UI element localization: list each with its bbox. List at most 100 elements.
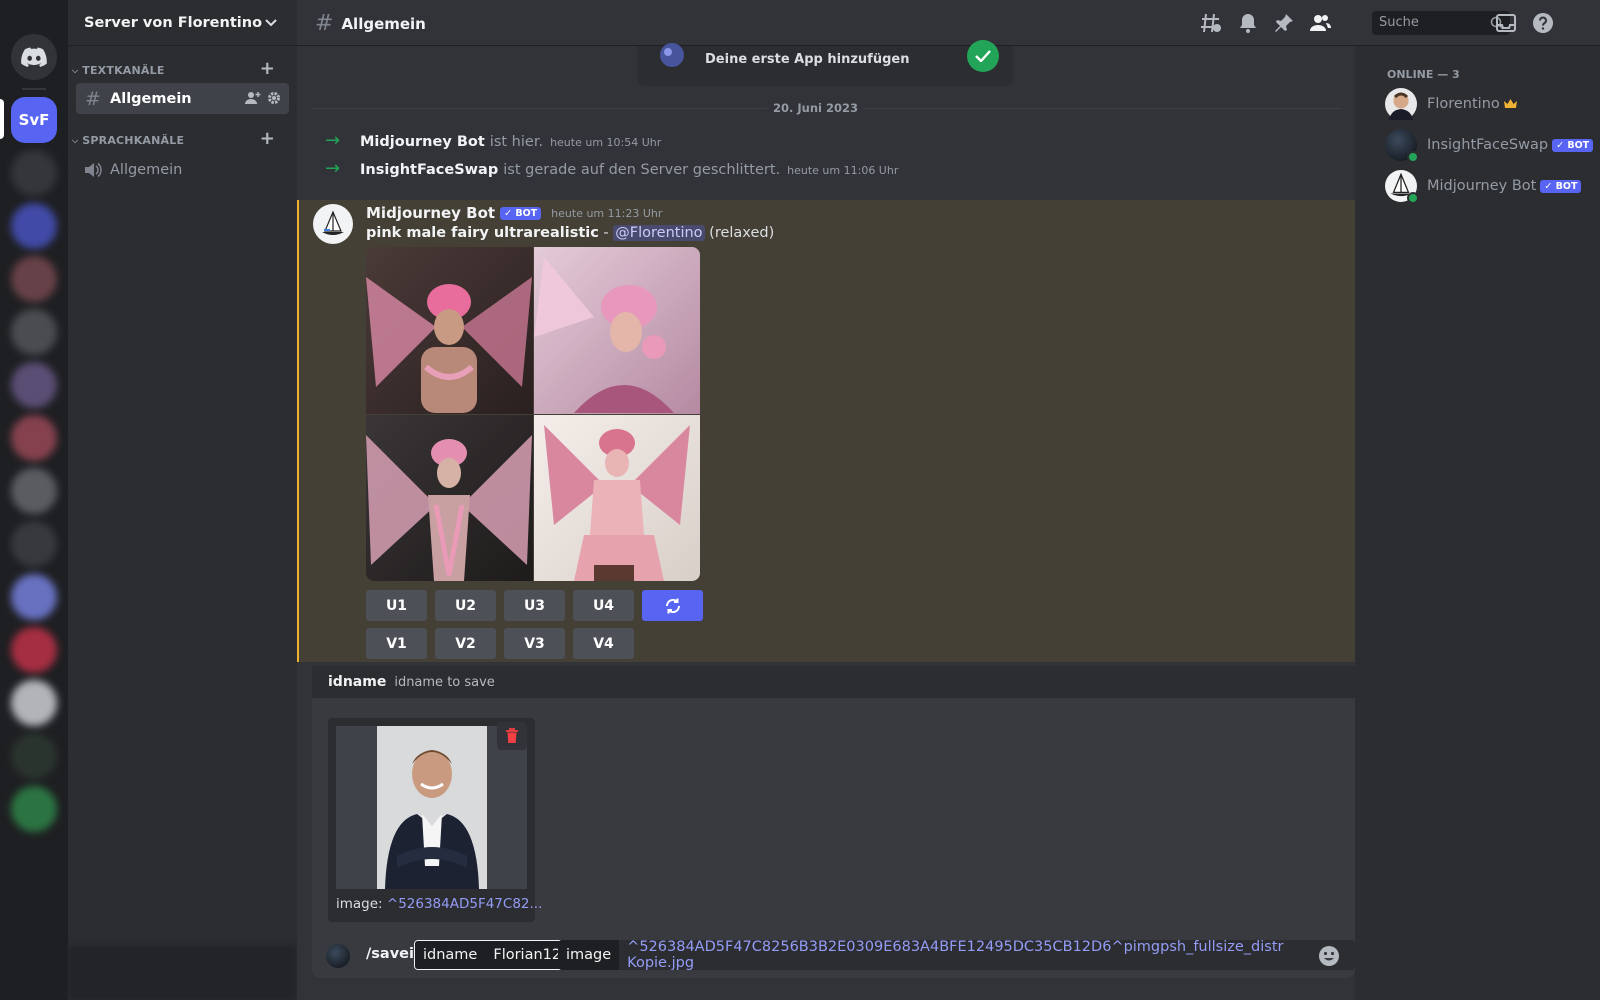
command-composer: image: ^526384AD5F47C82... /saveid idnam… xyxy=(312,698,1355,978)
server-icon[interactable] xyxy=(11,309,57,355)
channel-name: Allgemein xyxy=(341,14,426,33)
message-author[interactable]: Midjourney Bot xyxy=(366,204,495,222)
upscale-button-4[interactable]: U4 xyxy=(573,590,634,621)
image-cell[interactable] xyxy=(366,414,533,581)
delete-attachment-button[interactable] xyxy=(497,722,527,750)
upscale-button-row: U1 U2 U3 U4 xyxy=(366,590,703,621)
image-cell[interactable] xyxy=(533,414,700,581)
image-cell[interactable] xyxy=(533,247,700,414)
server-icon[interactable] xyxy=(11,680,57,726)
system-message: → InsightFaceSwap ist gerade auf den Ser… xyxy=(325,158,898,179)
channel-item-allgemein[interactable]: # Allgemein xyxy=(76,83,289,114)
fairy-image xyxy=(366,434,532,581)
server-icon[interactable] xyxy=(11,786,57,832)
server-icon[interactable] xyxy=(11,733,57,779)
sailboat-icon xyxy=(322,210,344,235)
system-message-user[interactable]: InsightFaceSwap xyxy=(360,162,498,178)
option-key: idname xyxy=(415,941,486,969)
upscale-button-3[interactable]: U3 xyxy=(504,590,565,621)
category-voice-channels[interactable]: ⌵ SPRACHKANÄLE + xyxy=(72,130,293,148)
category-text-channels[interactable]: ⌵ TEXTKANÄLE + xyxy=(72,60,293,78)
server-icon[interactable] xyxy=(11,256,57,302)
avatar xyxy=(1385,170,1419,204)
message-header: Midjourney Bot ✓ BOT heute um 11:23 Uhr xyxy=(366,204,662,222)
emoji-icon[interactable] xyxy=(1317,944,1341,968)
option-idname[interactable]: idname Florian12 xyxy=(414,940,571,970)
option-description: idname to save xyxy=(394,674,495,690)
server-header[interactable]: Server von Florentino xyxy=(68,0,297,46)
help-icon[interactable] xyxy=(1532,12,1554,34)
image-cell[interactable] xyxy=(366,247,533,414)
rail-separator xyxy=(22,88,46,90)
create-invite-icon[interactable] xyxy=(245,91,261,105)
bell-icon[interactable] xyxy=(1237,12,1259,34)
gear-icon[interactable] xyxy=(267,91,281,105)
server-icon[interactable] xyxy=(11,574,57,620)
add-channel-icon[interactable]: + xyxy=(260,130,275,148)
member-list: ONLINE — 3 Florentino InsightFaceSwap ✓ … xyxy=(1355,46,1600,1000)
avatar[interactable] xyxy=(313,204,353,244)
image-grid[interactable] xyxy=(366,247,700,581)
attachment-preview[interactable] xyxy=(336,726,527,889)
user-panel[interactable] xyxy=(68,945,297,1000)
voice-channel-allgemein[interactable]: Allgemein xyxy=(76,154,289,185)
timestamp: heute um 10:54 Uhr xyxy=(550,136,662,149)
bot-badge: ✓ BOT xyxy=(1552,138,1594,152)
member-name: Midjourney Bot xyxy=(1427,178,1537,194)
pin-icon[interactable] xyxy=(1273,12,1295,34)
option-image[interactable]: image ^526384AD5F47C8256B3B2E0309E683A4B… xyxy=(558,940,1355,970)
server-icon[interactable] xyxy=(11,203,57,249)
bot-badge: ✓ BOT xyxy=(500,206,542,220)
join-arrow-icon: → xyxy=(325,158,341,179)
upscale-button-1[interactable]: U1 xyxy=(366,590,427,621)
timestamp: heute um 11:23 Uhr xyxy=(551,206,663,220)
user-mention[interactable]: @Florentino xyxy=(613,225,705,241)
command-input[interactable]: /saveid idname Florian12 image ^526384AD… xyxy=(312,934,1355,978)
attachment-card: image: ^526384AD5F47C82... xyxy=(328,718,542,922)
option-value[interactable]: ^526384AD5F47C8256B3B2E0309E683A4BFE1249… xyxy=(619,940,1355,970)
server-icon[interactable] xyxy=(11,150,57,196)
variation-button-3[interactable]: V3 xyxy=(504,628,565,659)
system-message: → Midjourney Bot ist hier. heute um 10:5… xyxy=(325,130,661,151)
member-item[interactable]: Florentino xyxy=(1385,88,1517,120)
fairy-image xyxy=(533,257,674,413)
variation-button-row: V1 V2 V3 V4 xyxy=(366,628,634,659)
avatar xyxy=(1385,129,1419,163)
variation-button-1[interactable]: V1 xyxy=(366,628,427,659)
server-icon[interactable] xyxy=(11,362,57,408)
avatar xyxy=(1385,88,1417,120)
category-label: SPRACHKANÄLE xyxy=(82,134,185,147)
server-icon[interactable] xyxy=(11,627,57,673)
channel-label: Allgemein xyxy=(110,161,183,178)
channel-title: # Allgemein xyxy=(315,11,426,36)
server-icon-svf[interactable]: SvF xyxy=(11,97,57,143)
active-server-indicator xyxy=(0,99,4,139)
threads-icon[interactable] xyxy=(1200,12,1222,34)
home-button[interactable] xyxy=(11,34,57,80)
variation-button-2[interactable]: V2 xyxy=(435,628,496,659)
checkmark-icon xyxy=(967,40,999,72)
search-input[interactable]: Suche xyxy=(1372,11,1510,35)
trash-icon xyxy=(506,728,518,743)
server-icon[interactable] xyxy=(11,415,57,461)
channel-tools xyxy=(245,91,281,105)
upscale-button-2[interactable]: U2 xyxy=(435,590,496,621)
option-value[interactable]: Florian12 xyxy=(485,941,569,969)
server-icon[interactable] xyxy=(11,521,57,567)
inbox-icon[interactable] xyxy=(1495,12,1517,34)
date-divider-label: 20. Juni 2023 xyxy=(767,101,864,115)
chevron-down-icon: ⌵ xyxy=(72,135,79,145)
system-message-user[interactable]: Midjourney Bot xyxy=(360,134,485,150)
server-icon[interactable] xyxy=(11,468,57,514)
member-item[interactable]: InsightFaceSwap ✓ BOT xyxy=(1385,129,1594,163)
welcome-card[interactable]: Deine erste App hinzufügen xyxy=(637,40,1013,86)
variation-button-4[interactable]: V4 xyxy=(573,628,634,659)
member-list-icon[interactable] xyxy=(1309,12,1331,34)
channel-header: # Allgemein Suche xyxy=(297,0,1600,46)
join-arrow-icon: → xyxy=(325,130,341,151)
member-item[interactable]: Midjourney Bot ✓ BOT xyxy=(1385,170,1582,204)
discord-logo-icon xyxy=(21,47,47,67)
reroll-button[interactable] xyxy=(642,590,703,621)
add-channel-icon[interactable]: + xyxy=(260,60,275,78)
system-message-text: ist gerade auf den Server geschlittert. xyxy=(503,162,781,178)
